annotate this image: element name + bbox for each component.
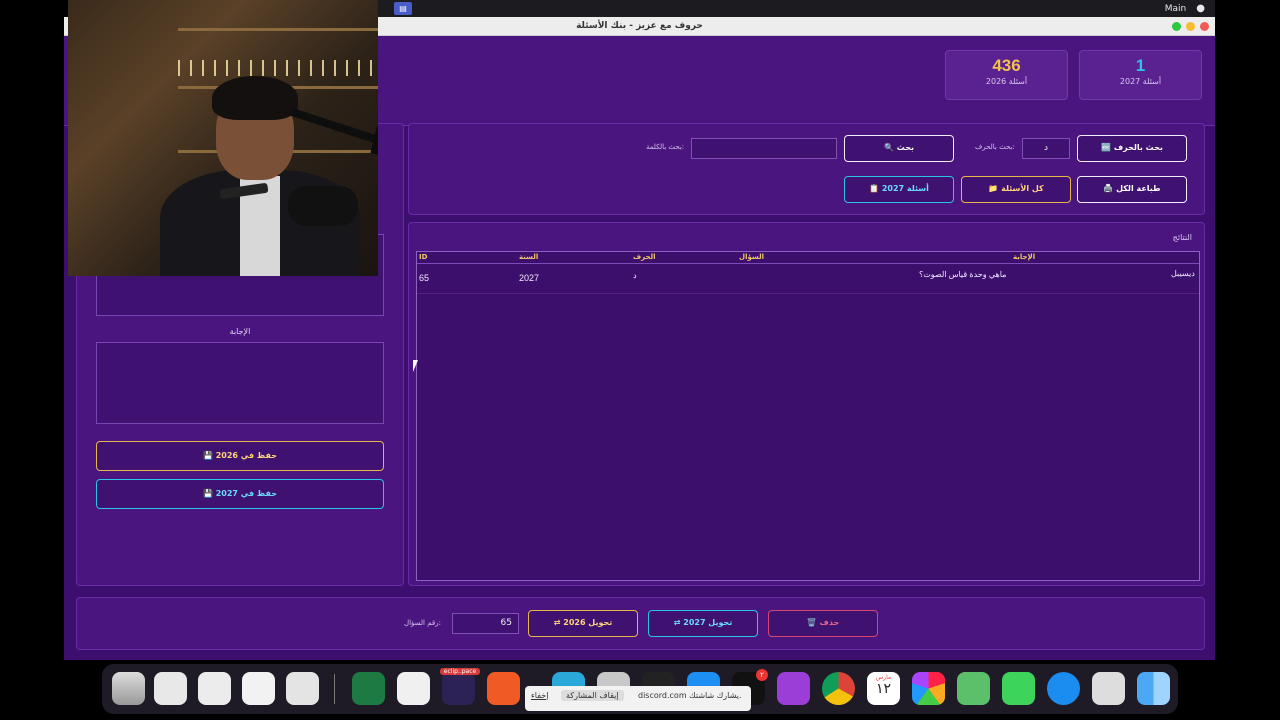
document-thumb-icon-2[interactable]: [198, 672, 231, 705]
webcam-overlay: RØDE: [68, 0, 378, 276]
cell-answer: ديسيبل: [1171, 269, 1195, 278]
col-header-answer[interactable]: الإجابة: [1013, 253, 1035, 261]
letter-search-label: بحث بالحرف:: [975, 143, 1015, 151]
photos-icon[interactable]: [912, 672, 945, 705]
java-icon[interactable]: [397, 672, 430, 705]
menu-bar: ▤ Main ●: [378, 0, 1215, 17]
letter-input[interactable]: د: [1022, 138, 1070, 159]
table-header: ID السنة الحرف السؤال الإجابة: [417, 252, 1199, 264]
results-title: النتائج: [1172, 233, 1192, 242]
mouse-cursor: [413, 360, 418, 372]
eclipse-label: eclip..pace: [440, 668, 480, 675]
apple-icon[interactable]: ●: [1196, 3, 1205, 14]
app-menu-icon[interactable]: ▤: [394, 2, 412, 15]
document-thumb-icon-3[interactable]: [242, 672, 275, 705]
share-stop-button[interactable]: إيقاف المشاركة: [561, 690, 624, 701]
print-all-button[interactable]: 🖨️ طباعة الكل: [1077, 176, 1187, 203]
screen: ▤ Main ● حروف مع عزيز - بنك الأسئلة 1 أس…: [0, 0, 1280, 720]
table-row[interactable]: 65 2027 د ماهي وحدة قياس الصوت؟ ديسيبل: [417, 265, 1199, 293]
action-bar: 🗑️ حذف ⇄ تحويل 2027 ⇄ تحويل 2026 65 رقم …: [76, 597, 1205, 650]
maximize-button[interactable]: [1172, 22, 1181, 31]
calendar-icon[interactable]: مارس ١٢: [867, 672, 900, 705]
question-number-label: رقم السؤال:: [404, 619, 441, 627]
stat-card-2027: 1 أسئلة 2027: [1079, 50, 1202, 100]
trash-icon[interactable]: [112, 672, 145, 705]
question-number-input[interactable]: 65: [452, 613, 519, 634]
results-table: ID السنة الحرف السؤال الإجابة 65 2027 د …: [416, 251, 1200, 581]
stat-label-2027: أسئلة 2027: [1119, 77, 1162, 86]
close-button[interactable]: [1200, 22, 1209, 31]
document-thumb-icon[interactable]: [154, 672, 187, 705]
move-to-2026-button[interactable]: ⇄ تحويل 2026: [528, 610, 638, 637]
maps-icon[interactable]: [957, 672, 990, 705]
move-to-2027-button[interactable]: ⇄ تحويل 2027: [648, 610, 758, 637]
search-panel: 🔤 بحث بالحرف بحث بالحرف: د 🔍 بحث بحث بال…: [408, 123, 1205, 215]
all-questions-button[interactable]: 📁 كل الأسئلة: [961, 176, 1071, 203]
cell-id: 65: [419, 273, 430, 283]
search-by-letter-button[interactable]: 🔤 بحث بالحرف: [1077, 135, 1187, 162]
microphone-logo: RØDE: [370, 125, 378, 167]
share-status-text: discord.com يشارك شاشتك.: [638, 691, 742, 700]
stat-count-2027: 1: [1135, 56, 1146, 75]
share-hide-button[interactable]: إخفاء: [531, 691, 548, 700]
answer-textarea[interactable]: [96, 342, 384, 424]
search-button[interactable]: 🔍 بحث: [844, 135, 954, 162]
calendar-month: مارس: [875, 674, 892, 681]
notification-badge: ٢: [756, 669, 768, 681]
col-header-year[interactable]: السنة: [519, 253, 538, 261]
results-panel: النتائج ID السنة الحرف السؤال الإجابة 65…: [408, 222, 1205, 586]
col-header-question[interactable]: السؤال: [739, 253, 764, 261]
answer-label: الإجابة: [229, 327, 251, 336]
messages-icon[interactable]: [1002, 672, 1035, 705]
questions-2027-button[interactable]: 📋 أسئلة 2027: [844, 176, 954, 203]
save-2027-button[interactable]: 💾 حفظ في 2027: [96, 479, 384, 509]
brave-icon[interactable]: [487, 672, 520, 705]
user-label[interactable]: Main: [1165, 4, 1187, 14]
save-2026-button[interactable]: 💾 حفظ في 2026: [96, 441, 384, 471]
word-search-label: بحث بالكلمة:: [646, 143, 685, 151]
minimize-button[interactable]: [1186, 22, 1195, 31]
delete-button[interactable]: 🗑️ حذف: [768, 610, 878, 637]
stat-label-2026: أسئلة 2026: [985, 77, 1028, 86]
safari-icon[interactable]: [1047, 672, 1080, 705]
cell-question: ماهي وحدة قياس الصوت؟: [919, 270, 1007, 279]
calendar-day: ١٢: [875, 681, 892, 697]
stat-count-2026: 436: [992, 56, 1021, 75]
cell-letter: د: [633, 271, 637, 280]
col-header-id[interactable]: ID: [419, 253, 427, 261]
eclipse-icon[interactable]: eclip..pace: [440, 668, 480, 705]
podcasts-icon[interactable]: [777, 672, 810, 705]
launchpad-icon[interactable]: [1092, 672, 1125, 705]
screen-share-bar: إخفاء إيقاف المشاركة discord.com يشارك ش…: [525, 686, 751, 711]
excel-icon[interactable]: [352, 672, 385, 705]
chrome-icon[interactable]: [822, 672, 855, 705]
stat-card-2026: 436 أسئلة 2026: [945, 50, 1068, 100]
cell-year: 2027: [519, 273, 540, 283]
document-thumb-icon-4[interactable]: [286, 672, 319, 705]
col-header-letter[interactable]: الحرف: [633, 253, 656, 261]
row-divider: [417, 293, 1199, 294]
word-search-input[interactable]: [691, 138, 837, 159]
finder-icon[interactable]: [1137, 672, 1170, 705]
